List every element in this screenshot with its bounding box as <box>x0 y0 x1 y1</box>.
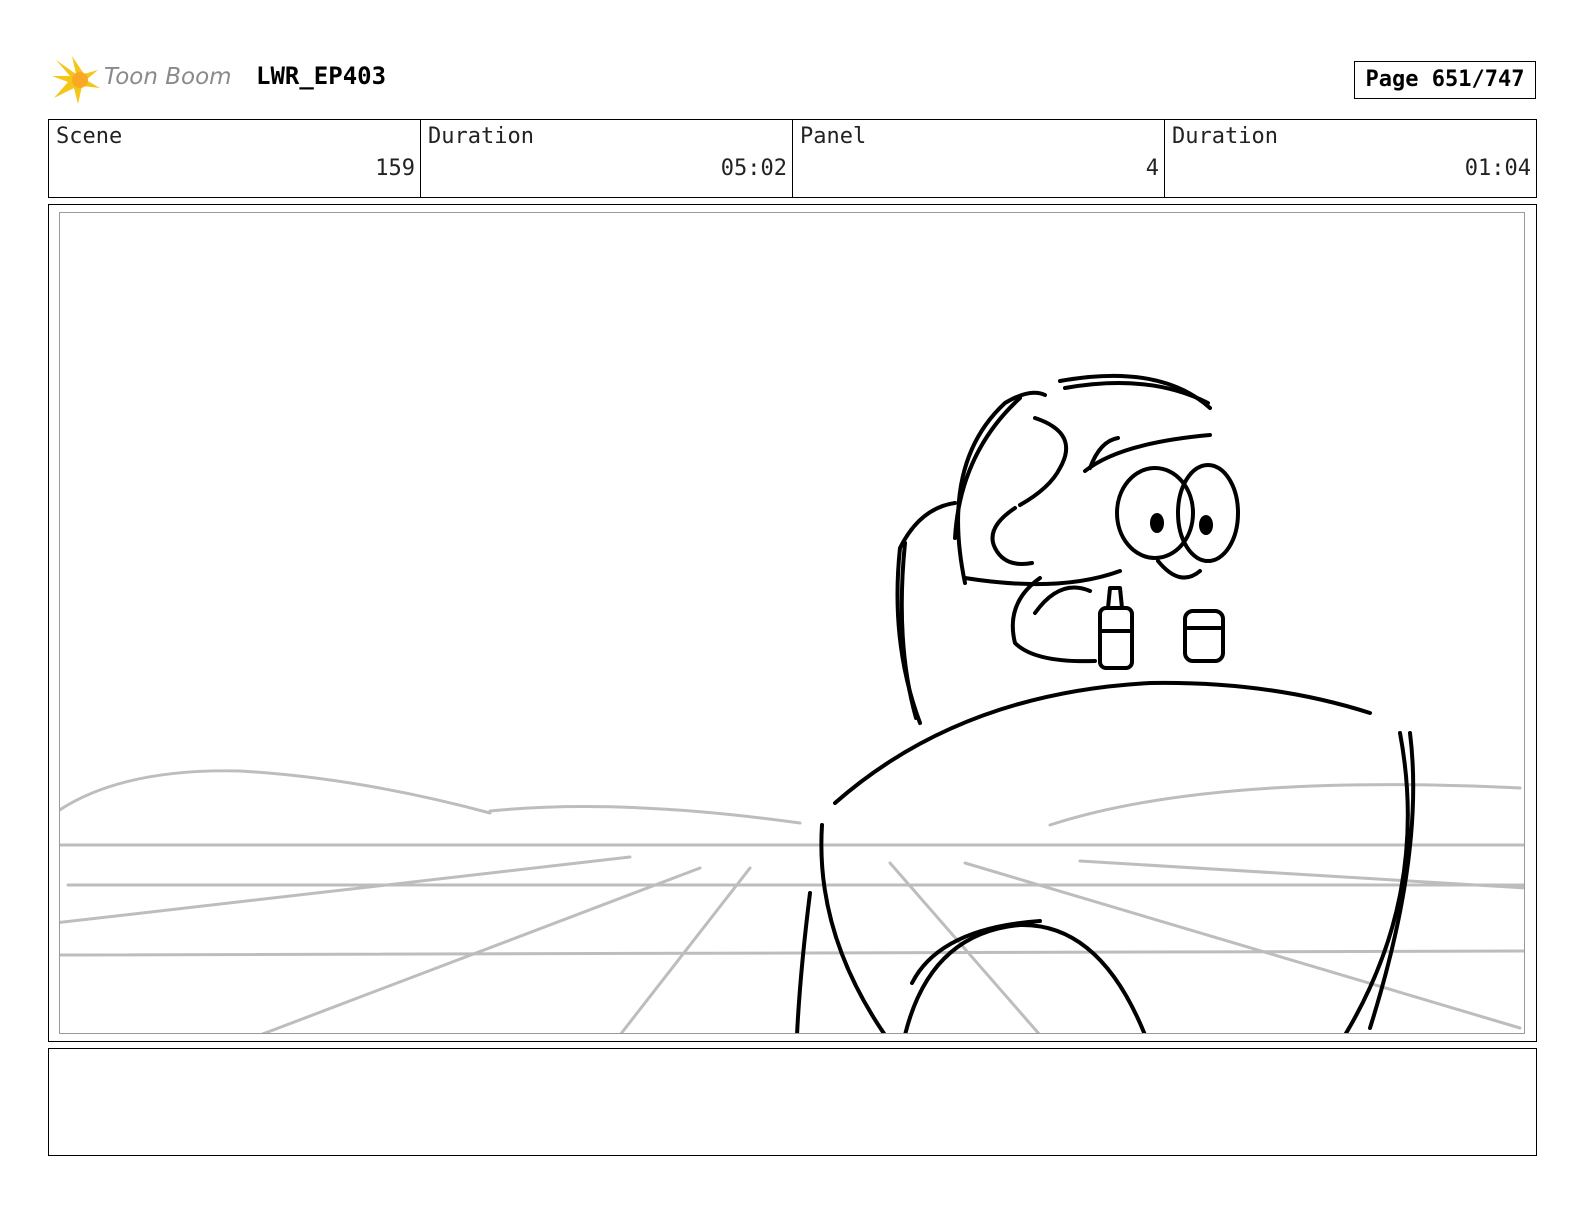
project-title: LWR_EP403 <box>256 62 387 90</box>
panel-notes-area <box>48 1048 1537 1156</box>
panel-duration-value: 01:04 <box>1464 156 1531 181</box>
sketch-drawing <box>60 373 1524 1033</box>
scene-value: 159 <box>375 156 415 181</box>
scene-duration-label: Duration <box>428 124 534 149</box>
panel-cell: Panel 4 <box>793 120 1165 197</box>
page-indicator: Page 651/747 <box>1354 61 1536 99</box>
scene-info-row: Scene 159 Duration 05:02 Panel 4 Duratio… <box>48 119 1537 198</box>
brand-name: Toon Boom <box>104 64 232 90</box>
scene-cell: Scene 159 <box>49 120 421 197</box>
panel-value: 4 <box>1145 156 1159 181</box>
panel-duration-cell: Duration 01:04 <box>1165 120 1536 197</box>
starburst-icon <box>52 56 100 104</box>
panel-duration-label: Duration <box>1172 124 1278 149</box>
panel-label: Panel <box>800 124 867 149</box>
storyboard-drawing <box>59 212 1525 1034</box>
scene-label: Scene <box>56 124 123 149</box>
scene-duration-cell: Duration 05:02 <box>421 120 793 197</box>
scene-duration-value: 05:02 <box>720 156 787 181</box>
